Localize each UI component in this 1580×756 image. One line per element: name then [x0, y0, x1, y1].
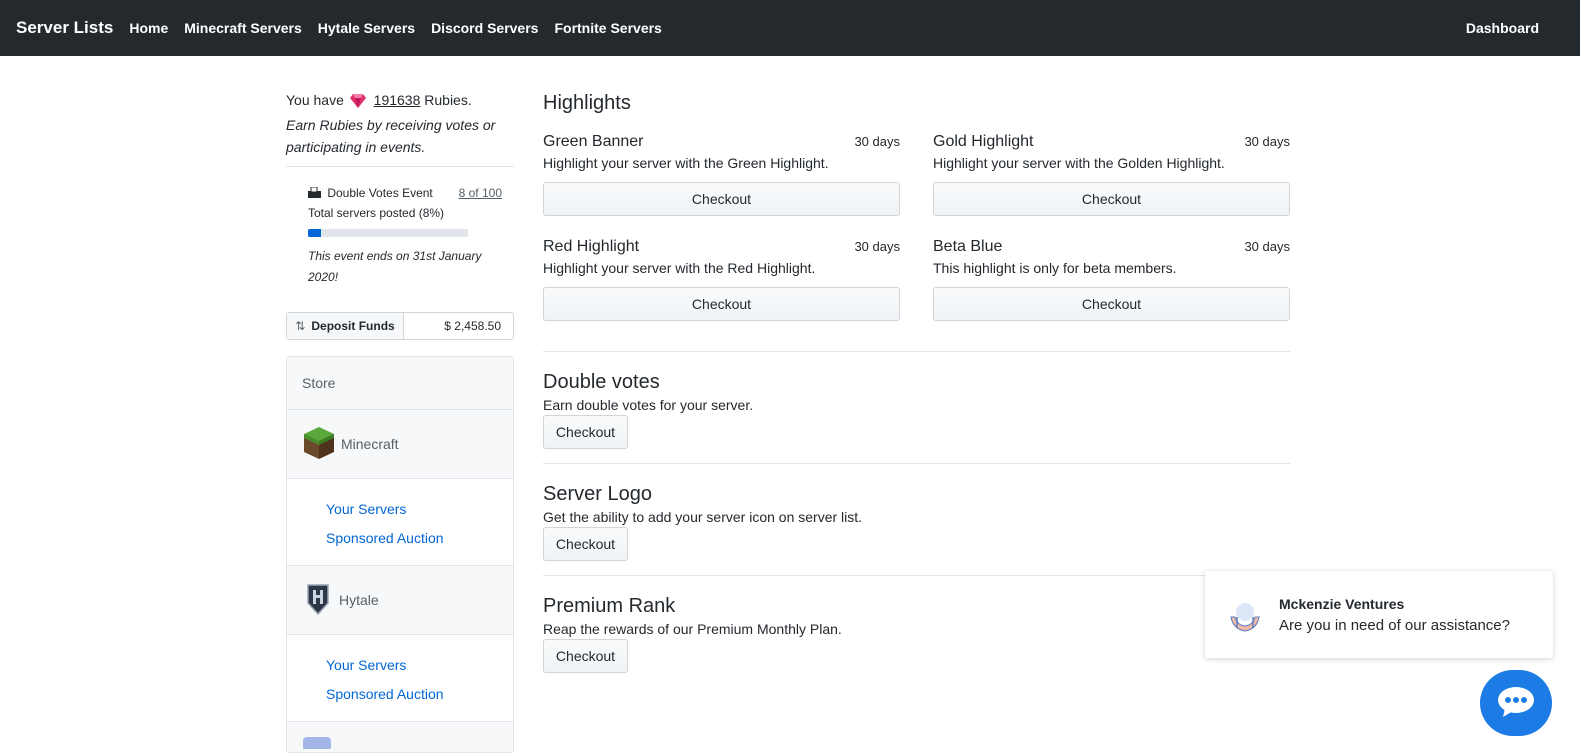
top-navbar: Server Lists Home Minecraft Servers Hyta…	[0, 0, 1580, 56]
highlight-description: Highlight your server with the Green Hig…	[543, 155, 829, 171]
highlight-duration: 30 days	[854, 239, 900, 254]
event-progress-bar	[308, 229, 468, 237]
gold-highlight-checkout-button[interactable]: Checkout	[933, 182, 1290, 216]
nav-minecraft-servers[interactable]: Minecraft Servers	[184, 20, 302, 36]
section-description: Reap the rewards of our Premium Monthly …	[543, 621, 842, 637]
rubies-prefix: You have	[286, 92, 344, 108]
brand-link[interactable]: Server Lists	[16, 18, 113, 38]
double-votes-checkout-button[interactable]: Checkout	[543, 415, 628, 449]
event-progress-label: Total servers posted (8%)	[308, 206, 445, 220]
event-progress-fill	[308, 229, 321, 237]
beta-blue-checkout-button[interactable]: Checkout	[933, 287, 1290, 321]
nav-dashboard[interactable]: Dashboard	[1466, 20, 1539, 36]
highlight-card-red: Red Highlight 30 days Highlight your ser…	[543, 238, 900, 321]
section-description: Earn double votes for your server.	[543, 397, 754, 413]
highlight-description: Highlight your server with the Red Highl…	[543, 260, 816, 276]
nav-home[interactable]: Home	[129, 20, 168, 36]
hytale-shield-icon	[307, 583, 329, 618]
event-end-note: This event ends on 31st January 2020!	[308, 249, 482, 284]
highlights-grid: Green Banner 30 days Highlight your serv…	[543, 133, 1290, 343]
rubies-suffix: Rubies.	[424, 92, 472, 108]
nav-hytale-servers[interactable]: Hytale Servers	[318, 20, 415, 36]
highlight-name: Green Banner	[543, 133, 644, 150]
highlight-duration: 30 days	[1244, 239, 1290, 254]
hytale-your-servers-link[interactable]: Your Servers	[326, 655, 513, 684]
highlights-title: Highlights	[543, 92, 631, 114]
deposit-funds-group: ⇅ Deposit Funds $ 2,458.50	[286, 312, 514, 340]
store-minecraft-links: Your Servers Sponsored Auction	[287, 479, 513, 566]
store-game-name: Minecraft	[341, 436, 399, 452]
store-game-next[interactable]	[287, 722, 513, 752]
sort-icon: ⇅	[295, 319, 306, 333]
minecraft-grass-block-icon	[303, 426, 335, 463]
main-content: Highlights Green Banner 30 days Highligh…	[543, 56, 1290, 687]
store-hytale-links: Your Servers Sponsored Auction	[287, 635, 513, 722]
event-panel: Double Votes Event 8 of 100 Total server…	[286, 167, 514, 288]
store-header: Store	[287, 357, 513, 410]
hytale-sponsored-auction-link[interactable]: Sponsored Auction	[326, 684, 513, 713]
nav-discord-servers[interactable]: Discord Servers	[431, 20, 538, 36]
section-description: Get the ability to add your server icon …	[543, 509, 863, 525]
section-title: Server Logo	[543, 483, 652, 505]
nav-fortnite-servers[interactable]: Fortnite Servers	[554, 20, 661, 36]
highlight-name: Gold Highlight	[933, 133, 1034, 150]
highlight-name: Red Highlight	[543, 238, 640, 255]
event-title: Double Votes Event	[327, 186, 433, 200]
rubies-note: Earn Rubies by receiving votes or partic…	[286, 117, 496, 155]
server-logo-checkout-button[interactable]: Checkout	[543, 527, 628, 561]
sidebar: You have 191638 Rubies. Earn Rubies by r…	[286, 56, 514, 753]
minecraft-sponsored-auction-link[interactable]: Sponsored Auction	[326, 528, 513, 557]
store-game-hytale[interactable]: Hytale	[287, 566, 513, 635]
chat-popup[interactable]: Mckenzie Ventures Are you in need of our…	[1205, 571, 1553, 658]
rubies-count-link[interactable]: 191638	[374, 92, 421, 108]
highlight-name: Beta Blue	[933, 238, 1003, 255]
deposit-funds-button[interactable]: ⇅ Deposit Funds	[287, 313, 404, 339]
server-logo-section: Server Logo Get the ability to add your …	[543, 464, 1290, 576]
highlight-duration: 30 days	[1244, 134, 1290, 149]
highlight-card-green-banner: Green Banner 30 days Highlight your serv…	[543, 133, 900, 216]
highlight-duration: 30 days	[854, 134, 900, 149]
section-title: Double votes	[543, 371, 660, 393]
premium-rank-checkout-button[interactable]: Checkout	[543, 639, 628, 673]
chat-agent-avatar-icon	[1225, 595, 1265, 635]
minecraft-your-servers-link[interactable]: Your Servers	[326, 499, 513, 528]
green-banner-checkout-button[interactable]: Checkout	[543, 182, 900, 216]
ruby-gem-icon	[349, 92, 366, 114]
highlight-card-beta-blue: Beta Blue 30 days This highlight is only…	[933, 238, 1290, 321]
event-title-row: Double Votes Event	[308, 186, 433, 200]
premium-rank-section: Premium Rank Reap the rewards of our Pre…	[543, 576, 1290, 687]
store-panel: Store Minecraft Your Servers Sponsored A…	[286, 356, 514, 753]
chat-bubble-icon	[1497, 686, 1535, 721]
highlight-description: This highlight is only for beta members.	[933, 260, 1177, 276]
discord-icon	[303, 735, 333, 752]
highlight-description: Highlight your server with the Golden Hi…	[933, 155, 1225, 171]
red-highlight-checkout-button[interactable]: Checkout	[543, 287, 900, 321]
ballot-box-icon	[308, 186, 327, 200]
double-votes-section: Double votes Earn double votes for your …	[543, 352, 1290, 464]
event-progress-link[interactable]: 8 of 100	[459, 186, 502, 200]
chat-message: Are you in need of our assistance?	[1279, 616, 1510, 634]
chat-launcher-button[interactable]	[1480, 670, 1552, 736]
rubies-balance: You have 191638 Rubies. Earn Rubies by r…	[286, 56, 514, 158]
section-title: Premium Rank	[543, 595, 676, 617]
store-game-name: Hytale	[339, 592, 379, 608]
deposit-amount: $ 2,458.50	[444, 319, 501, 333]
chat-agent-name: Mckenzie Ventures	[1279, 595, 1405, 612]
store-game-minecraft[interactable]: Minecraft	[287, 410, 513, 479]
highlight-card-gold: Gold Highlight 30 days Highlight your se…	[933, 133, 1290, 216]
deposit-funds-label: Deposit Funds	[311, 319, 395, 333]
